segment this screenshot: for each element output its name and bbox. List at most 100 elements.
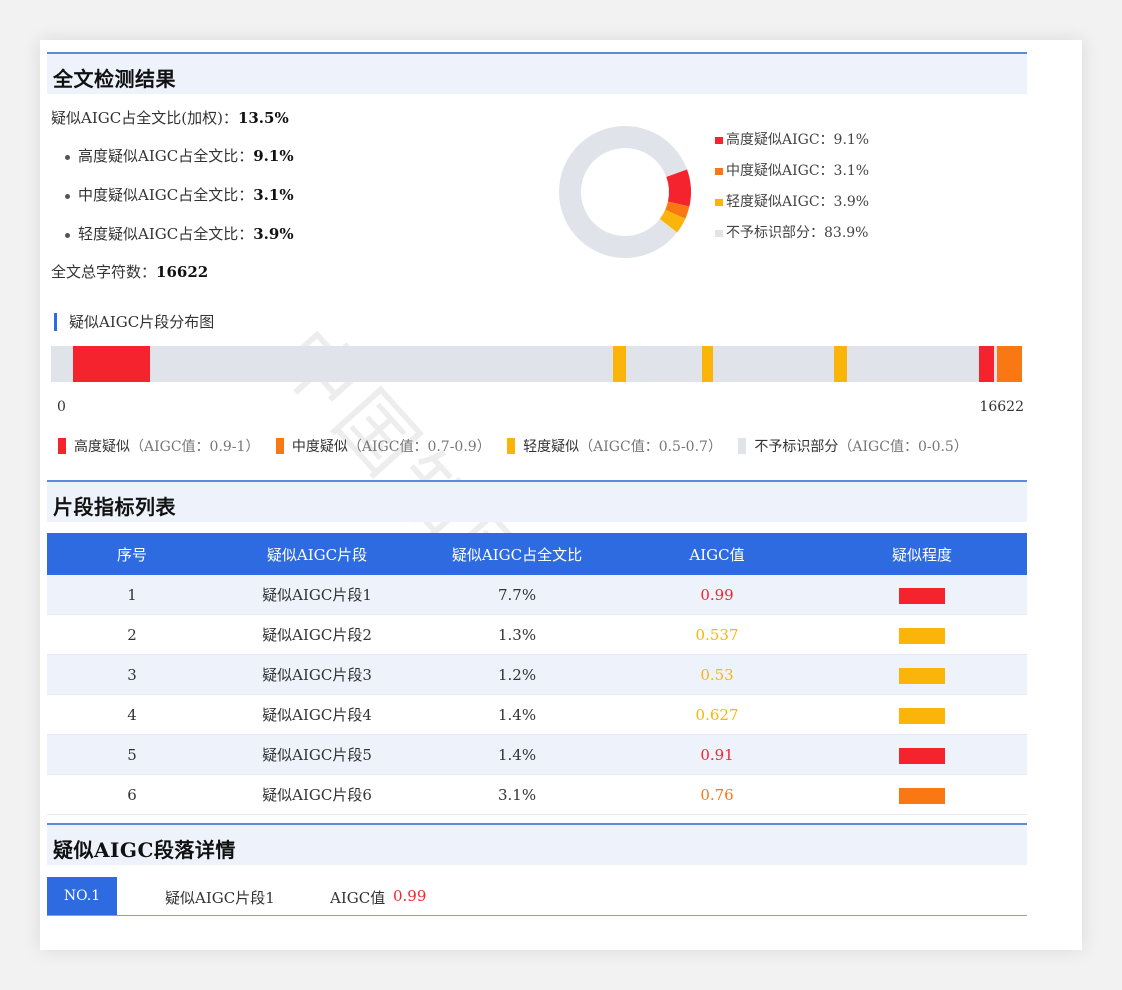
legend-item-low: 轻度疑似（AIGC值：0.5-0.7）	[507, 438, 722, 455]
legend-range: （AIGC值：0.7-0.9）	[347, 439, 491, 455]
row-fragment-name: 疑似AIGC片段2	[217, 614, 418, 655]
donut-legend-medium: 中度疑似AIGC：3.1%	[715, 160, 869, 180]
column-header-value: AIGC值	[617, 533, 818, 575]
row-no: 5	[47, 734, 218, 775]
detail-value: 0.99	[393, 887, 427, 905]
legend-name: 高度疑似	[74, 439, 130, 455]
detail-tab-no1[interactable]: NO.1	[47, 877, 117, 915]
table-row[interactable]: 2 疑似AIGC片段2 1.3% 0.537	[47, 614, 1027, 655]
high-value: 9.1%	[253, 147, 294, 165]
distribution-segment-medium	[996, 346, 1022, 382]
table-row[interactable]: 1 疑似AIGC片段1 7.7% 0.99	[47, 575, 1027, 615]
row-fragment-name: 疑似AIGC片段1	[217, 575, 418, 615]
section-title: 疑似AIGC段落详情	[53, 838, 236, 862]
row-aigc-value: 0.99	[617, 575, 818, 615]
legend-value: 3.1%	[833, 163, 870, 179]
level-bar	[899, 747, 946, 764]
row-level	[817, 734, 1027, 775]
axis-end-label: 16622	[979, 399, 1024, 415]
donut-legend-none: 不予标识部分：83.9%	[715, 222, 868, 242]
row-fragment-name: 疑似AIGC片段5	[217, 734, 418, 775]
legend-range: （AIGC值：0.9-1）	[130, 439, 260, 455]
row-level	[817, 654, 1027, 695]
legend-swatch-high	[715, 136, 723, 144]
medium-label: 中度疑似AIGC占全文比：	[78, 186, 254, 204]
legend-item-medium: 中度疑似（AIGC值：0.7-0.9）	[275, 438, 491, 455]
distribution-title: 疑似AIGC片段分布图	[54, 313, 214, 331]
legend-swatch-medium	[715, 167, 723, 175]
donut-slice-none	[559, 126, 687, 258]
legend-item-none: 不予标识部分（AIGC值：0-0.5）	[738, 438, 968, 455]
report-card: 中国知网 全文检测结果 疑似AIGC占全文比(加权)：13.5% 高度疑似AIG…	[40, 40, 1082, 950]
legend-label: 高度疑似AIGC：	[726, 132, 834, 148]
row-ratio: 3.1%	[417, 774, 618, 815]
row-no: 1	[47, 575, 218, 615]
distribution-segment-low	[701, 346, 714, 382]
level-bar	[899, 627, 946, 644]
legend-value: 9.1%	[833, 132, 870, 148]
bullet-icon	[65, 232, 70, 238]
high-ratio: 高度疑似AIGC占全文比：9.1%	[51, 145, 294, 166]
distribution-bar	[51, 346, 1022, 382]
fragment-table: 序号 疑似AIGC片段 疑似AIGC占全文比 AIGC值 疑似程度 1 疑似AI…	[47, 533, 1027, 815]
level-bar	[899, 707, 946, 724]
legend-range: （AIGC值：0.5-0.7）	[579, 439, 722, 455]
distribution-segment-low	[612, 346, 627, 382]
low-label: 轻度疑似AIGC占全文比：	[78, 225, 254, 243]
table-row[interactable]: 5 疑似AIGC片段5 1.4% 0.91	[47, 734, 1027, 775]
row-ratio: 7.7%	[417, 575, 618, 615]
row-no: 2	[47, 614, 218, 655]
table-row[interactable]: 6 疑似AIGC片段6 3.1% 0.76	[47, 774, 1027, 815]
donut-slice-high	[666, 169, 691, 207]
legend-item-high: 高度疑似（AIGC值：0.9-1）	[58, 438, 260, 455]
total-value: 16622	[156, 263, 209, 281]
donut-legend-low: 轻度疑似AIGC：3.9%	[715, 191, 869, 211]
legend-swatch-high	[58, 438, 66, 454]
column-header-level: 疑似程度	[817, 533, 1027, 575]
medium-ratio: 中度疑似AIGC占全文比：3.1%	[51, 184, 294, 205]
legend-label: 不予标识部分：	[726, 225, 824, 241]
legend-value: 83.9%	[824, 225, 869, 241]
table-header-row: 序号 疑似AIGC片段 疑似AIGC占全文比 AIGC值 疑似程度	[47, 533, 1027, 575]
donut-legend-high: 高度疑似AIGC：9.1%	[715, 129, 869, 149]
legend-swatch-low	[715, 198, 723, 206]
table-row[interactable]: 4 疑似AIGC片段4 1.4% 0.627	[47, 694, 1027, 735]
weighted-ratio: 疑似AIGC占全文比(加权)：13.5%	[51, 107, 289, 128]
legend-name: 不予标识部分	[754, 439, 839, 455]
row-aigc-value: 0.53	[617, 654, 818, 695]
bullet-icon	[65, 154, 70, 160]
table-row[interactable]: 3 疑似AIGC片段3 1.2% 0.53	[47, 654, 1027, 695]
section-header-details: 疑似AIGC段落详情	[47, 823, 1027, 865]
legend-value: 3.9%	[833, 194, 870, 210]
total-chars: 全文总字符数：16622	[51, 261, 208, 282]
column-header-no: 序号	[47, 533, 218, 575]
distribution-segment-low	[833, 346, 847, 382]
low-value: 3.9%	[253, 225, 294, 243]
column-header-ratio: 疑似AIGC占全文比	[417, 533, 618, 575]
section-title: 片段指标列表	[53, 495, 176, 519]
row-level	[817, 614, 1027, 655]
legend-swatch-none	[738, 438, 747, 454]
level-bar	[899, 787, 946, 804]
legend-swatch-none	[715, 229, 723, 237]
row-ratio: 1.4%	[417, 734, 618, 775]
medium-value: 3.1%	[253, 186, 294, 204]
row-fragment-name: 疑似AIGC片段4	[217, 694, 418, 735]
row-fragment-name: 疑似AIGC片段3	[217, 654, 418, 695]
detail-tab-row: NO.1 疑似AIGC片段1 AIGC值 0.99	[47, 877, 1027, 916]
weighted-label: 疑似AIGC占全文比(加权)：	[51, 109, 238, 127]
detail-value-label: AIGC值	[330, 889, 386, 907]
legend-swatch-medium	[275, 438, 284, 454]
level-bar	[899, 667, 946, 684]
section-header-fragments: 片段指标列表	[47, 480, 1027, 522]
row-aigc-value: 0.627	[617, 694, 818, 735]
row-fragment-name: 疑似AIGC片段6	[217, 774, 418, 815]
row-no: 4	[47, 694, 218, 735]
level-bar	[899, 587, 946, 604]
column-header-fragment: 疑似AIGC片段	[217, 533, 418, 575]
legend-swatch-low	[507, 438, 516, 454]
high-label: 高度疑似AIGC占全文比：	[78, 147, 254, 165]
row-ratio: 1.4%	[417, 694, 618, 735]
low-ratio: 轻度疑似AIGC占全文比：3.9%	[51, 223, 294, 244]
legend-name: 轻度疑似	[523, 439, 580, 455]
